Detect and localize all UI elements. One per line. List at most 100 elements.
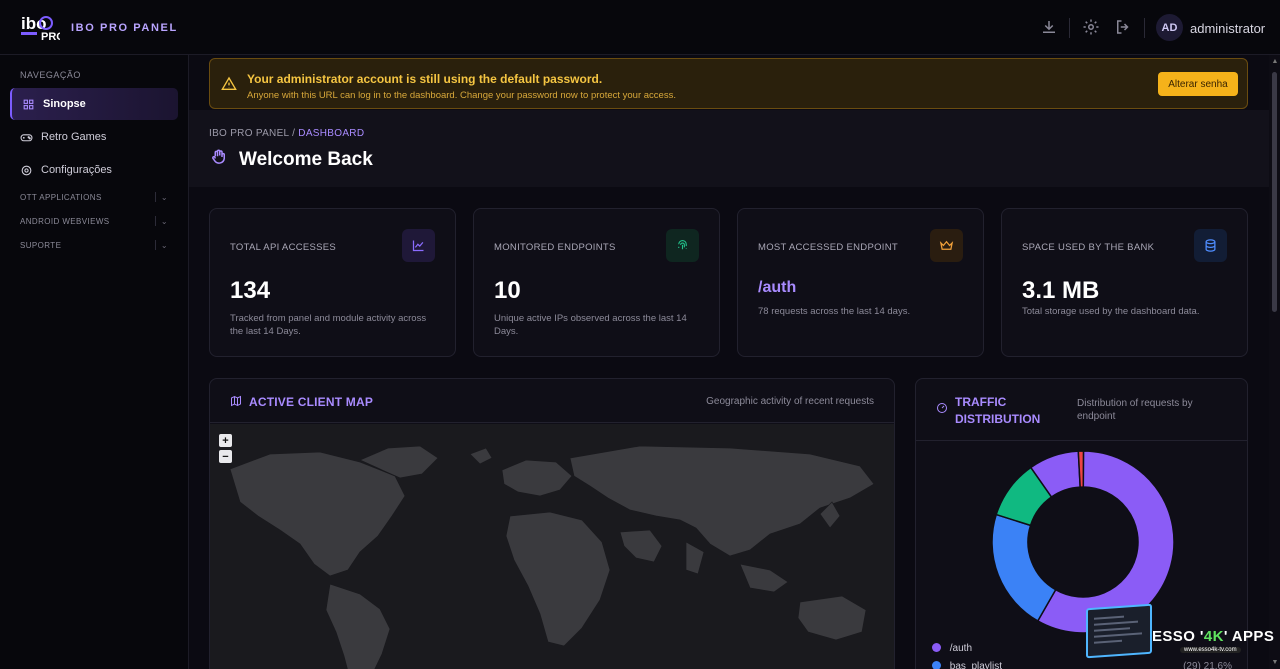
gauge-icon (937, 403, 947, 413)
logout-icon[interactable] (1114, 18, 1132, 36)
active-client-map-panel: ACTIVE CLIENT MAP Geographic activity of… (209, 378, 895, 669)
stat-value: 3.1 MB (1022, 277, 1100, 304)
panel-header: ACTIVE CLIENT MAP Geographic activity of… (210, 379, 894, 423)
panel-header: TRAFFIC DISTRIBUTION Distribution of req… (916, 379, 1247, 441)
chevron-down-icon: ⌄ (160, 217, 168, 226)
default-password-alert: Your administrator account is still usin… (209, 58, 1248, 109)
page-title: Welcome Back (239, 149, 373, 170)
sidebar-item-sinopse[interactable]: Sinopse (10, 88, 178, 120)
stat-label: SPACE USED BY THE BANK (1022, 242, 1155, 253)
scrollbar-thumb[interactable] (1272, 72, 1277, 312)
stat-card-most-accessed-endpoint: MOST ACCESSED ENDPOINT /auth 78 requests… (737, 208, 984, 357)
stat-value: 134 (230, 277, 271, 304)
section-label: ANDROID WEBVIEWS (20, 217, 110, 226)
stat-icon-box (1194, 229, 1227, 262)
sidebar-item-label: Retro Games (41, 131, 107, 143)
trend-chart-icon (412, 240, 424, 252)
main-content: Your administrator account is still usin… (189, 55, 1269, 669)
settings-icon[interactable] (1082, 18, 1100, 36)
sidebar-section-suporte[interactable]: SUPORTE ⌄ (20, 240, 168, 250)
screen-line (1094, 632, 1142, 638)
divider (1144, 18, 1145, 38)
screen-line (1094, 620, 1138, 626)
breadcrumb-current: DASHBOARD (298, 128, 365, 139)
donut-slice[interactable] (991, 513, 1057, 622)
panel-subtitle: Geographic activity of recent requests (706, 396, 874, 407)
alert-title: Your administrator account is still usin… (247, 72, 603, 86)
sidebar-item-label: Configurações (41, 164, 112, 176)
sidebar-heading: NAVEGAÇÃO (20, 70, 81, 80)
top-bar: ibo PRO IBO PRO PANEL AD administrator (0, 0, 1280, 55)
chevron-down-icon: ⌄ (160, 241, 168, 250)
svg-text:PRO: PRO (41, 31, 60, 42)
divider (1069, 18, 1070, 38)
ibo-pro-logo-icon[interactable]: ibo PRO (20, 12, 60, 42)
world-map-graphic[interactable] (210, 424, 895, 669)
watermark: ESSO '4K' APPS www.esso4k-tv.com (1086, 603, 1280, 669)
sidebar-section-android-webviews[interactable]: ANDROID WEBVIEWS ⌄ (20, 216, 168, 226)
panel-title: ACTIVE CLIENT MAP (249, 395, 374, 409)
download-icon[interactable] (1040, 18, 1058, 36)
sidebar: NAVEGAÇÃO Sinopse Retro Games Configuraç… (0, 55, 189, 669)
stat-card-space-used: SPACE USED BY THE BANK 3.1 MB Total stor… (1001, 208, 1248, 357)
stat-description: Unique active IPs observed across the la… (494, 313, 687, 337)
alert-text: Anyone with this URL can log in to the d… (247, 90, 676, 101)
divider (155, 216, 156, 226)
waving-hand-icon (212, 149, 225, 164)
breadcrumb: IBO PRO PANEL / DASHBOARD (209, 128, 364, 139)
stat-label: MOST ACCESSED ENDPOINT (758, 242, 898, 253)
scroll-up-icon[interactable]: ▲ (1271, 58, 1279, 65)
page-header: IBO PRO PANEL / DASHBOARD Welcome Back (189, 110, 1269, 187)
gamepad-icon (20, 133, 33, 141)
chevron-down-icon: ⌄ (160, 193, 168, 202)
stat-icon-box (930, 229, 963, 262)
legend-label: bas_playlist (949, 661, 1003, 669)
legend-swatch (932, 661, 941, 669)
watermark-part: ' APPS (1223, 628, 1275, 645)
panel-title: TRAFFIC DISTRIBUTION (955, 395, 1041, 426)
stat-icon-box (666, 229, 699, 262)
stat-value: 10 (494, 277, 521, 304)
screen-line (1094, 615, 1124, 620)
watermark-part: ESSO ' (1152, 628, 1204, 645)
zoom-out-button[interactable]: − (219, 450, 232, 463)
stat-card-total-api-accesses: TOTAL API ACCESSES 134 Tracked from pane… (209, 208, 456, 357)
stat-description: Tracked from panel and module activity a… (230, 313, 427, 337)
avatar[interactable]: AD (1156, 14, 1183, 41)
sidebar-item-configuracoes[interactable]: Configurações (10, 154, 178, 186)
change-password-button[interactable]: Alterar senha (1158, 72, 1238, 96)
stat-icon-box (402, 229, 435, 262)
divider (155, 240, 156, 250)
screen-line (1094, 627, 1130, 632)
sidebar-item-retro-games[interactable]: Retro Games (10, 121, 178, 153)
stat-value: /auth (758, 279, 797, 296)
crown-icon (939, 240, 954, 250)
watermark-text: ESSO '4K' APPS (1152, 628, 1274, 645)
gear-icon (21, 165, 32, 175)
fingerprint-icon (678, 239, 687, 250)
sidebar-item-label: Sinopse (43, 98, 86, 110)
section-label: OTT APPLICATIONS (20, 193, 102, 202)
watermark-url: www.esso4k-tv.com (1180, 647, 1241, 653)
database-icon (1205, 239, 1216, 252)
stat-label: MONITORED ENDPOINTS (494, 242, 616, 253)
stat-card-monitored-endpoints: MONITORED ENDPOINTS 10 Unique active IPs… (473, 208, 720, 357)
world-map[interactable]: + − (210, 424, 895, 669)
panel-subtitle: Distribution of requests by endpoint (1077, 398, 1193, 422)
stat-description: Total storage used by the dashboard data… (1022, 306, 1200, 317)
zoom-in-button[interactable]: + (219, 434, 232, 447)
section-label: SUPORTE (20, 241, 62, 250)
watermark-part: 4K (1203, 628, 1224, 645)
screen-line (1094, 639, 1122, 644)
grid-icon (23, 99, 34, 109)
warning-icon (221, 76, 237, 90)
username[interactable]: administrator (1190, 21, 1265, 36)
legend-swatch (932, 643, 941, 652)
map-icon (231, 395, 241, 407)
legend-label: /auth (949, 643, 973, 654)
sidebar-section-ott-applications[interactable]: OTT APPLICATIONS ⌄ (20, 192, 168, 202)
brand-title: IBO PRO PANEL (71, 22, 178, 34)
breadcrumb-root[interactable]: IBO PRO PANEL / (209, 128, 295, 139)
stat-label: TOTAL API ACCESSES (230, 242, 337, 253)
divider (155, 192, 156, 202)
